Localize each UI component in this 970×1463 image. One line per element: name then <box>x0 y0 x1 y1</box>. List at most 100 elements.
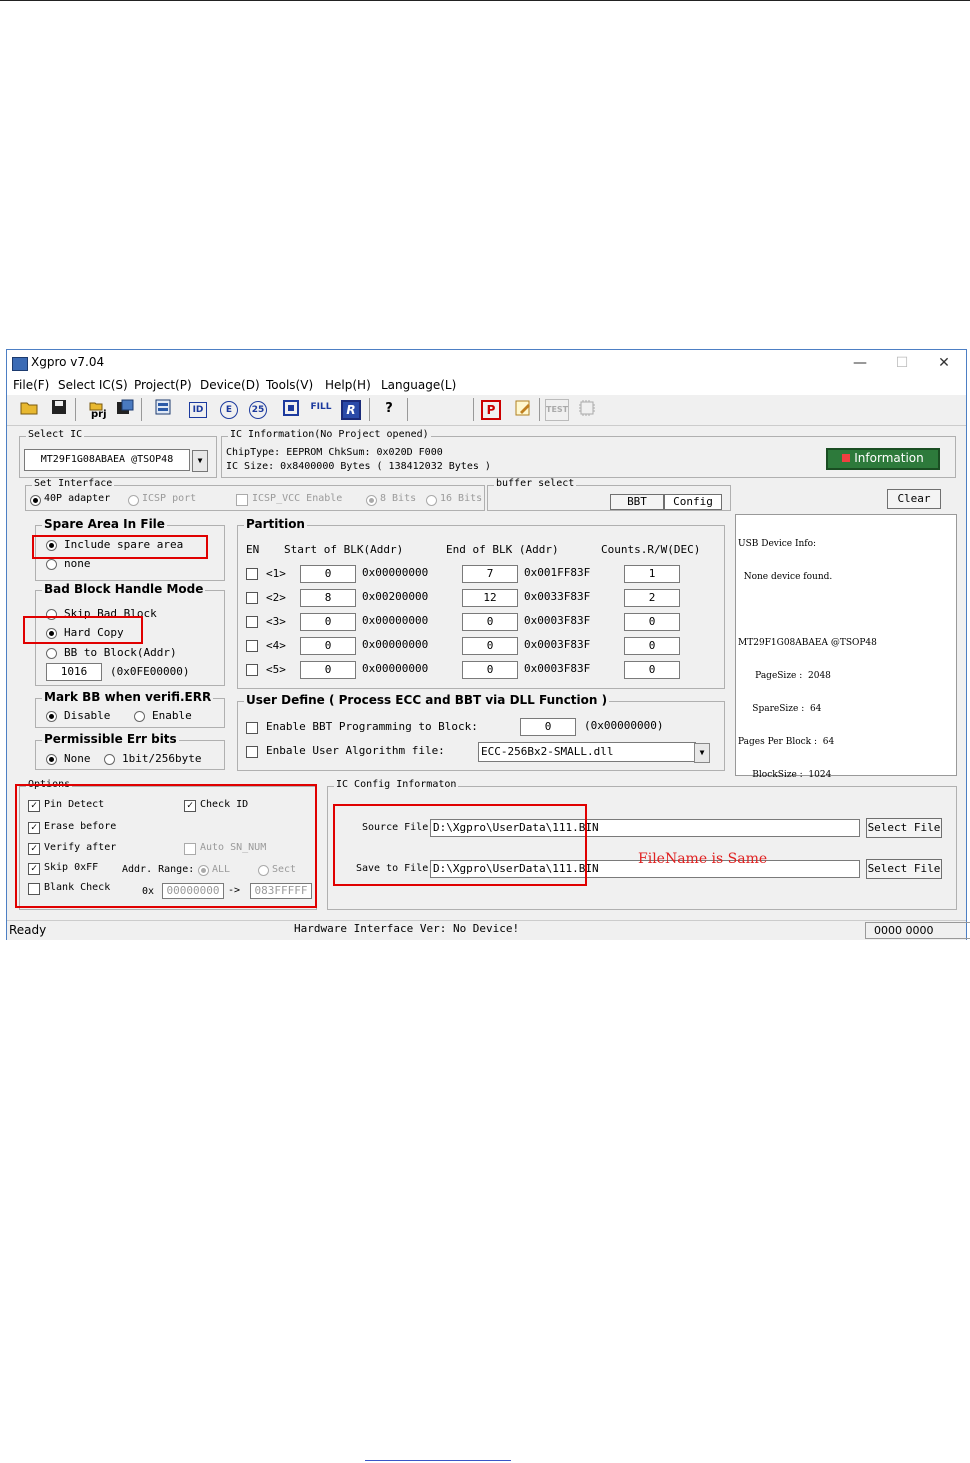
bb-block-addr: (0x0FE00000) <box>110 665 190 678</box>
partition-1-checkbox[interactable] <box>246 568 258 580</box>
icsp-port-radio[interactable] <box>128 495 139 506</box>
status-code: 0000 0000 <box>865 922 970 939</box>
partition-4-count-input[interactable]: 0 <box>624 637 680 655</box>
toolbar-separator <box>473 398 474 421</box>
partition-1-end-input[interactable]: 7 <box>462 565 518 583</box>
partition-3-end-addr: 0x0003F83F <box>524 614 591 627</box>
bits-16-radio[interactable] <box>426 495 437 506</box>
buffer-select-group: buffer select BBT Config <box>487 478 731 511</box>
partition-3-end-input[interactable]: 0 <box>462 613 518 631</box>
project-save-icon[interactable] <box>115 399 135 419</box>
auto-program-icon[interactable]: R <box>341 400 361 420</box>
spare-area-label: Spare Area In File <box>42 517 167 531</box>
xgpro-window: Xgpro v7.04 — ☐ ✕ File(F) Select IC(S) P… <box>6 349 970 940</box>
user-define-label: User Define ( Process ECC and BBT via DL… <box>244 693 610 707</box>
toolbar-separator <box>75 398 76 421</box>
menu-help[interactable]: Help(H) <box>325 378 371 392</box>
protect-icon[interactable]: P <box>481 400 501 420</box>
top-rule <box>0 0 970 1</box>
user-algorithm-checkbox[interactable] <box>246 746 258 758</box>
bbt-buffer-button[interactable]: BBT <box>610 494 664 510</box>
erase-icon[interactable]: E <box>220 401 238 419</box>
maximize-button[interactable]: ☐ <box>887 353 917 373</box>
partition-4-start-input[interactable]: 0 <box>300 637 356 655</box>
partition-2-checkbox[interactable] <box>246 592 258 604</box>
bits-8-radio[interactable] <box>366 495 377 506</box>
partition-2-id: <2> <box>266 591 286 604</box>
open-folder-icon[interactable] <box>19 399 39 419</box>
partition-5-checkbox[interactable] <box>246 664 258 676</box>
test-icon[interactable]: TEST <box>545 399 569 421</box>
partition-header-en: EN <box>246 543 260 556</box>
project-open-icon[interactable]: prj <box>83 399 109 420</box>
err-bits-1bit-radio[interactable] <box>104 754 115 765</box>
chevron-down-icon[interactable]: ▼ <box>192 450 208 472</box>
chip-test-icon[interactable] <box>577 399 597 419</box>
bad-block-label: Bad Block Handle Mode <box>42 582 206 596</box>
app-icon <box>12 357 28 371</box>
partition-5-start-input[interactable]: 0 <box>300 661 356 679</box>
chevron-down-icon[interactable]: ▼ <box>694 743 710 763</box>
partition-1-start-input[interactable]: 0 <box>300 565 356 583</box>
menu-project[interactable]: Project(P) <box>134 378 192 392</box>
usb-info-line: MT29F1G08ABAEA @TSOP48 <box>738 638 877 648</box>
chip-icon <box>842 454 851 462</box>
ic-config-label: IC Config Informaton <box>334 779 459 790</box>
menu-select-ic[interactable]: Select IC(S) <box>58 378 128 392</box>
partition-3-start-input[interactable]: 0 <box>300 613 356 631</box>
ic-selector[interactable]: MT29F1G08ABAEA @TSOP48 <box>24 449 190 471</box>
chip-info-icon[interactable] <box>153 399 173 419</box>
err-bits-none-label: None <box>64 752 91 765</box>
partition-3-count-input[interactable]: 0 <box>624 613 680 631</box>
edit-buffer-icon[interactable] <box>513 399 533 419</box>
read-id-icon[interactable]: ID <box>189 402 207 418</box>
menu-device[interactable]: Device(D) <box>200 378 260 392</box>
partition-2-end-input[interactable]: 12 <box>462 589 518 607</box>
mark-bb-enable-radio[interactable] <box>134 711 145 722</box>
icsp-vcc-checkbox[interactable] <box>236 494 248 506</box>
err-bits-none-radio[interactable] <box>46 754 57 765</box>
menu-file[interactable]: File(F) <box>13 378 49 392</box>
bbt-block-input[interactable]: 0 <box>520 718 576 736</box>
partition-4-checkbox[interactable] <box>246 640 258 652</box>
partition-header-start: Start of BLK(Addr) <box>284 543 404 556</box>
bb-to-block-radio[interactable] <box>46 648 57 659</box>
mark-bb-disable-radio[interactable] <box>46 711 57 722</box>
mark-bb-group: Mark BB when verifi.ERR Disable Enable <box>35 690 225 728</box>
close-button[interactable]: ✕ <box>929 353 959 373</box>
mark-bb-label: Mark BB when verifi.ERR <box>42 690 214 704</box>
save-icon[interactable] <box>49 399 69 419</box>
partition-2-start-input[interactable]: 8 <box>300 589 356 607</box>
interface-group: Set Interface 40P adapter ICSP port ICSP… <box>25 478 485 511</box>
partition-2-count-input[interactable]: 2 <box>624 589 680 607</box>
bb-block-input[interactable]: 1016 <box>46 663 102 681</box>
select-source-file-button[interactable]: Select File <box>866 818 942 838</box>
partition-3-checkbox[interactable] <box>246 616 258 628</box>
partition-1-count-input[interactable]: 1 <box>624 565 680 583</box>
clear-button[interactable]: Clear <box>887 489 941 509</box>
adapter-40p-label: 40P adapter <box>44 493 111 504</box>
partition-5-end-input[interactable]: 0 <box>462 661 518 679</box>
spare-none-radio[interactable] <box>46 559 57 570</box>
user-algorithm-select[interactable]: ECC-256Bx2-SMALL.dll <box>478 742 696 762</box>
program-icon[interactable] <box>281 399 301 419</box>
partition-5-count-input[interactable]: 0 <box>624 661 680 679</box>
user-algorithm-label: Enbale User Algorithm file: <box>266 744 445 757</box>
fill-icon[interactable]: FILL <box>309 397 333 417</box>
help-icon[interactable]: ? <box>379 399 399 419</box>
blank-check-icon[interactable]: 25 <box>249 401 267 419</box>
information-button[interactable]: Information <box>826 448 940 470</box>
config-buffer-button[interactable]: Config <box>664 494 722 510</box>
menu-tools[interactable]: Tools(V) <box>266 378 313 392</box>
partition-2-start-addr: 0x00200000 <box>362 590 429 603</box>
partition-4-end-input[interactable]: 0 <box>462 637 518 655</box>
enable-bbt-checkbox[interactable] <box>246 722 258 734</box>
title-bar: Xgpro v7.04 — ☐ ✕ <box>7 350 966 376</box>
err-bits-1bit-label: 1bit/256byte <box>122 752 202 765</box>
adapter-40p-radio[interactable] <box>30 495 41 506</box>
minimize-button[interactable]: — <box>845 353 875 373</box>
toolbar-separator <box>407 398 408 421</box>
toolbar: prj ID E 25 FILL R ? P TEST <box>7 395 966 426</box>
select-save-file-button[interactable]: Select File <box>866 859 942 879</box>
menu-language[interactable]: Language(L) <box>381 378 456 392</box>
